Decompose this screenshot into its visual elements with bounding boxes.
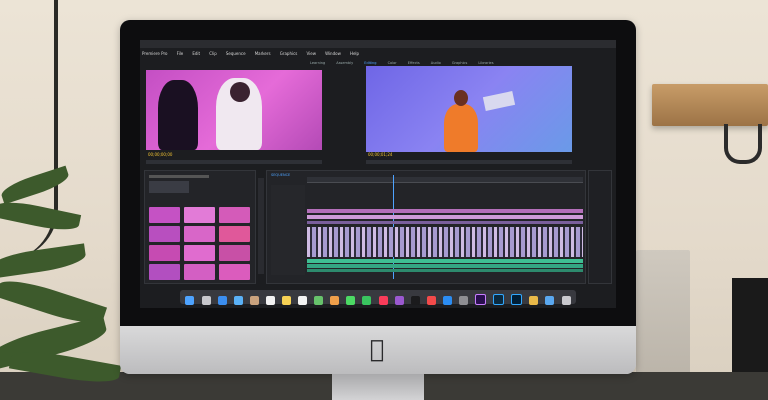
project-panel-header — [149, 175, 209, 178]
cut-clips-region[interactable] — [307, 227, 583, 257]
launchpad-icon[interactable] — [201, 296, 211, 305]
tab-graphics[interactable]: Graphics — [452, 61, 467, 65]
tab-color[interactable]: Color — [388, 61, 397, 65]
person-head — [454, 90, 468, 106]
menu-item[interactable]: Sequence — [224, 51, 248, 56]
menu-item[interactable]: Premiere Pro — [140, 51, 169, 56]
clip-thumbnail[interactable] — [219, 207, 250, 223]
macos-dock — [180, 290, 576, 305]
folder-icon[interactable] — [545, 296, 555, 305]
time-ruler[interactable] — [307, 177, 583, 183]
menu-item[interactable]: Markers — [253, 51, 273, 56]
sequence-tab[interactable]: SEQUENCE — [271, 173, 290, 177]
safari-icon[interactable] — [217, 296, 227, 305]
source-transport[interactable] — [146, 160, 322, 164]
audio-meters — [588, 170, 612, 284]
shelf-bracket — [724, 124, 762, 164]
apple-logo-icon:  — [366, 336, 388, 362]
finder-icon[interactable] — [185, 296, 195, 305]
clip-thumbnail[interactable] — [149, 226, 180, 242]
settings-icon[interactable] — [459, 296, 469, 305]
audio-track[interactable] — [307, 264, 583, 268]
thumbnail-grid — [149, 207, 250, 280]
source-monitor[interactable] — [146, 70, 322, 150]
clip-thumbnail[interactable] — [184, 264, 215, 280]
audio-track[interactable] — [307, 259, 583, 263]
facetime-icon[interactable] — [362, 296, 372, 305]
menu-item[interactable]: File — [175, 51, 186, 56]
chrome-icon[interactable] — [529, 296, 539, 305]
premiere-icon[interactable] — [475, 294, 487, 305]
appstore-icon[interactable] — [442, 296, 452, 305]
timeline-panel: SEQUENCE — [266, 170, 586, 284]
clip-thumbnail[interactable] — [184, 207, 215, 223]
track-headers — [271, 185, 305, 275]
menu-item[interactable]: Graphics — [278, 51, 300, 56]
contacts-icon[interactable] — [249, 296, 259, 305]
workspace-tabs: Learning Assembly Editing Color Effects … — [310, 49, 500, 65]
news-icon[interactable] — [426, 296, 436, 305]
reminders-icon[interactable] — [298, 296, 308, 305]
source-timecode: 00;00;00;00 — [148, 152, 173, 157]
menu-bar: Premiere Pro File Edit Clip Sequence Mar… — [140, 40, 616, 56]
project-bin-preview[interactable] — [149, 181, 189, 193]
clip-thumbnail[interactable] — [219, 245, 250, 261]
tv-icon[interactable] — [410, 296, 420, 305]
tab-audio[interactable]: Audio — [431, 61, 441, 65]
wooden-shelf — [652, 84, 768, 126]
trash-icon[interactable] — [561, 296, 571, 305]
project-panel — [144, 170, 256, 284]
music-icon[interactable] — [378, 296, 388, 305]
video-track-clip[interactable] — [307, 215, 583, 219]
audio-track[interactable] — [307, 269, 583, 272]
clip-thumbnail[interactable] — [219, 226, 250, 242]
program-monitor[interactable] — [366, 66, 572, 152]
video-track-clip[interactable] — [307, 209, 583, 213]
tools-panel[interactable] — [258, 178, 264, 274]
menu-item[interactable]: Clip — [207, 51, 219, 56]
calendar-icon[interactable] — [265, 296, 275, 305]
tab-learning[interactable]: Learning — [310, 61, 325, 65]
photoshop-icon[interactable] — [511, 294, 523, 305]
person-silhouette — [158, 80, 198, 150]
imac-stand — [332, 374, 424, 400]
messages-icon[interactable] — [346, 296, 356, 305]
program-transport[interactable] — [366, 160, 572, 164]
photos-icon[interactable] — [330, 296, 340, 305]
video-track-clip[interactable] — [307, 221, 583, 224]
clip-thumbnail[interactable] — [149, 245, 180, 261]
tab-effects[interactable]: Effects — [408, 61, 420, 65]
program-timecode: 00;00;01;24 — [368, 152, 393, 157]
tab-libraries[interactable]: Libraries — [478, 61, 493, 65]
clip-thumbnail[interactable] — [184, 226, 215, 242]
notes-icon[interactable] — [281, 296, 291, 305]
screen: Premiere Pro File Edit Clip Sequence Mar… — [140, 40, 616, 308]
tab-editing[interactable]: Editing — [364, 61, 376, 65]
mail-icon[interactable] — [233, 296, 243, 305]
maps-icon[interactable] — [314, 296, 324, 305]
person-orange-jacket — [444, 104, 478, 152]
podcasts-icon[interactable] — [394, 296, 404, 305]
lightroom-icon[interactable] — [493, 294, 505, 305]
person-head — [230, 82, 250, 102]
tab-assembly[interactable]: Assembly — [336, 61, 353, 65]
clip-thumbnail[interactable] — [149, 264, 180, 280]
clip-thumbnail[interactable] — [184, 245, 215, 261]
clip-thumbnail[interactable] — [219, 264, 250, 280]
held-sign — [482, 91, 516, 111]
menu-item[interactable]: Edit — [190, 51, 202, 56]
clip-thumbnail[interactable] — [149, 207, 180, 223]
